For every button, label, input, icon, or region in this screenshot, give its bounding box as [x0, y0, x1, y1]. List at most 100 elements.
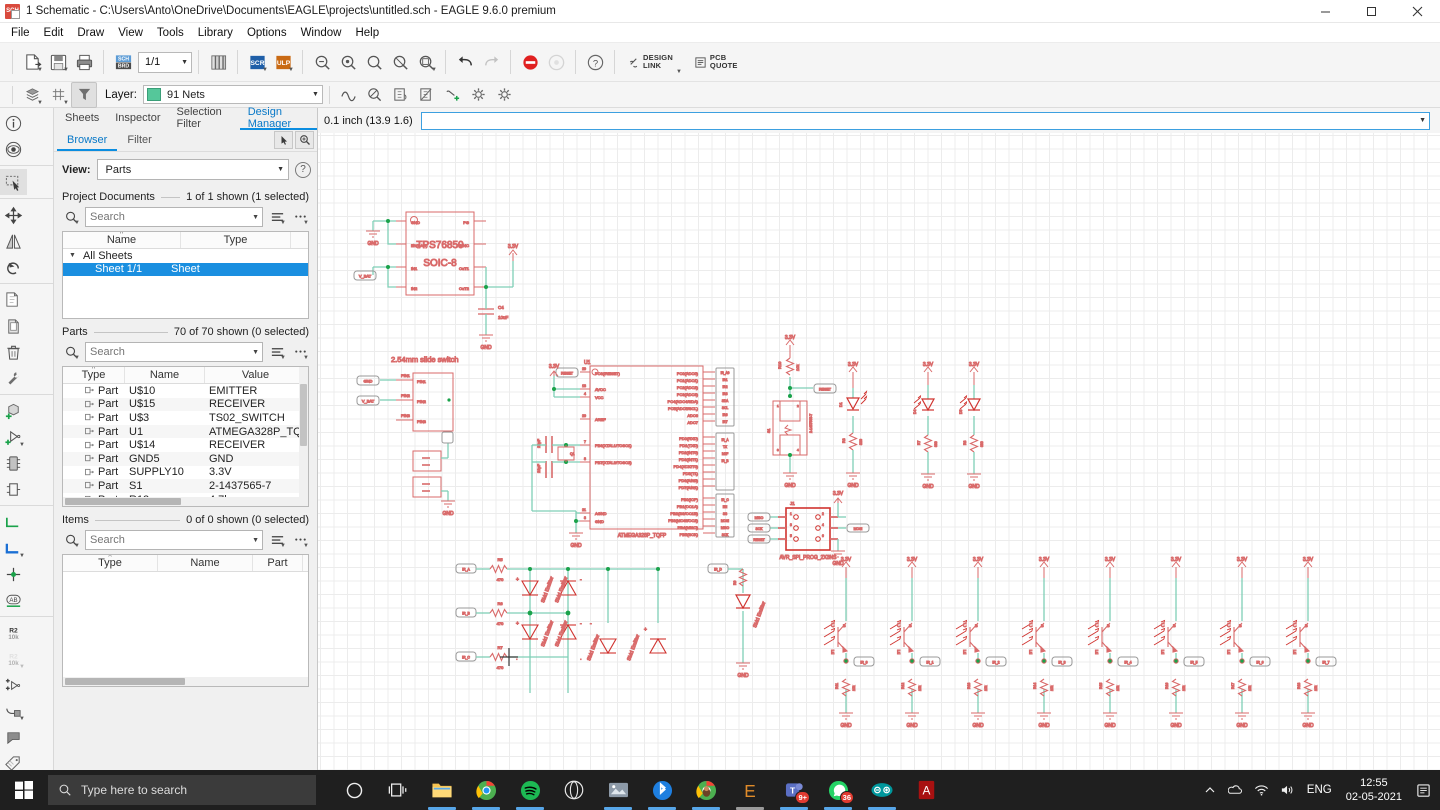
wire-style-icon[interactable]: [336, 82, 362, 108]
more-options-icon[interactable]: ▼: [291, 531, 309, 549]
drc-settings-icon[interactable]: [466, 82, 492, 108]
project-documents-search-input[interactable]: ▼: [85, 207, 263, 227]
group-select-icon[interactable]: [0, 169, 27, 195]
column-header-type[interactable]: ^ Type: [63, 367, 125, 383]
sch-brd-switch-icon[interactable]: SCH BRD: [110, 49, 136, 75]
selection-filter-icon[interactable]: [71, 81, 97, 108]
menu-library[interactable]: Library: [191, 25, 240, 41]
start-button[interactable]: [0, 770, 48, 810]
column-header-name[interactable]: Name: [158, 555, 253, 571]
action-center-icon[interactable]: [1410, 770, 1436, 810]
table-row[interactable]: Part U$10 EMITTER: [63, 384, 308, 398]
name-icon[interactable]: R2 10k: [0, 620, 27, 646]
move-icon[interactable]: [0, 202, 27, 228]
mirror-icon[interactable]: [0, 228, 27, 254]
search-field[interactable]: [90, 534, 253, 546]
parts-horizontal-scrollbar[interactable]: [63, 497, 308, 506]
menu-help[interactable]: Help: [348, 25, 386, 41]
layer-settings-icon[interactable]: ▼: [19, 82, 45, 108]
minimize-button[interactable]: [1302, 0, 1348, 23]
zoom-search-icon[interactable]: [295, 131, 314, 149]
table-row[interactable]: Part U$14 RECEIVER: [63, 438, 308, 452]
change-icon[interactable]: [0, 365, 27, 391]
list-options-icon[interactable]: ▼: [268, 531, 286, 549]
undo-icon[interactable]: [452, 49, 478, 75]
tab-inspector[interactable]: Inspector: [107, 108, 168, 130]
eagle-icon[interactable]: E: [728, 770, 772, 810]
adobe-reader-icon[interactable]: A: [904, 770, 948, 810]
cortana-icon[interactable]: [332, 770, 376, 810]
list-options-icon[interactable]: ▼: [268, 343, 286, 361]
pointer-select-icon[interactable]: [274, 131, 293, 149]
menu-options[interactable]: Options: [240, 25, 294, 41]
parts-search-input[interactable]: ▼: [85, 342, 263, 362]
zoom-redraw-icon[interactable]: [387, 49, 413, 75]
show-icon[interactable]: [0, 136, 27, 162]
table-row[interactable]: Part GND5 GND: [63, 451, 308, 466]
wifi-icon[interactable]: [1249, 770, 1275, 810]
chevron-up-icon[interactable]: [1197, 770, 1223, 810]
replace-icon[interactable]: [0, 450, 27, 476]
tab-design-manager[interactable]: Design Manager: [239, 106, 317, 130]
hide-nets-icon[interactable]: [414, 82, 440, 108]
zoom-select-icon[interactable]: ▼: [413, 49, 439, 75]
invoke-icon[interactable]: [0, 476, 27, 502]
whatsapp-icon[interactable]: 36: [816, 770, 860, 810]
table-row[interactable]: Part S1 2-1437565-7: [63, 479, 308, 493]
table-row[interactable]: Part U$3 TS02_SWITCH: [63, 411, 308, 425]
chrome-profile-icon[interactable]: [684, 770, 728, 810]
column-header-name[interactable]: Name: [125, 367, 205, 383]
column-header-value[interactable]: Value: [205, 367, 307, 383]
design-link-button[interactable]: DESIGN LINK ▼: [621, 49, 688, 75]
subtab-filter[interactable]: Filter: [117, 130, 161, 151]
zoom-fit-icon[interactable]: [309, 49, 335, 75]
taskbar-search[interactable]: Type here to search: [48, 775, 316, 805]
bus-icon[interactable]: ▼: [0, 535, 27, 561]
schematic-sheet[interactable]: TPS76850 SOIC-8 GND EN(BAR) IN1 IN2 PG F…: [318, 133, 1440, 770]
parts-vertical-scrollbar[interactable]: [299, 367, 308, 506]
column-header-name[interactable]: ^ Name: [63, 232, 181, 248]
chrome-icon[interactable]: [464, 770, 508, 810]
arduino-icon[interactable]: [860, 770, 904, 810]
rotate-icon[interactable]: [0, 254, 27, 280]
items-search-input[interactable]: ▼: [85, 530, 263, 550]
pcb-quote-button[interactable]: PCB QUOTE: [688, 49, 744, 75]
menu-tools[interactable]: Tools: [150, 25, 191, 41]
task-view-icon[interactable]: [376, 770, 420, 810]
menu-view[interactable]: View: [111, 25, 150, 41]
subtab-browser[interactable]: Browser: [57, 130, 118, 151]
close-button[interactable]: [1394, 0, 1440, 23]
column-header-type[interactable]: ^ Type: [63, 555, 158, 571]
add-part-icon[interactable]: [0, 398, 27, 424]
erc-settings-icon[interactable]: [492, 82, 518, 108]
show-nets-icon[interactable]: [388, 82, 414, 108]
expander-icon[interactable]: ▼: [69, 252, 76, 259]
maximize-button[interactable]: [1348, 0, 1394, 23]
search-icon[interactable]: ▼: [62, 343, 80, 361]
table-row[interactable]: Part U1 ATMEGA328P_TQFP: [63, 424, 308, 439]
view-selector[interactable]: Parts ▼: [96, 159, 289, 180]
add-net-class-icon[interactable]: [440, 82, 466, 108]
new-file-icon[interactable]: ▼: [19, 49, 45, 75]
menu-window[interactable]: Window: [294, 25, 349, 41]
teams-icon[interactable]: T 9+: [772, 770, 816, 810]
grid-icon[interactable]: ▼: [45, 82, 71, 108]
onedrive-icon[interactable]: [1223, 770, 1249, 810]
info-icon[interactable]: [0, 110, 27, 136]
zoom-in-icon[interactable]: [335, 49, 361, 75]
stop-icon[interactable]: [517, 49, 543, 75]
clock[interactable]: 12:55 02-05-2021: [1338, 776, 1410, 804]
delete-icon[interactable]: [0, 339, 27, 365]
file-explorer-icon[interactable]: [420, 770, 464, 810]
volume-icon[interactable]: [1275, 770, 1301, 810]
menu-edit[interactable]: Edit: [37, 25, 71, 41]
search-field[interactable]: [90, 346, 253, 358]
label-icon[interactable]: AB: [0, 587, 27, 613]
print-icon[interactable]: [71, 49, 97, 75]
column-header-part[interactable]: Part: [253, 555, 303, 571]
table-row[interactable]: Sheet 1/1 Sheet: [63, 262, 308, 277]
tab-sheets[interactable]: Sheets: [57, 108, 107, 130]
paste-icon[interactable]: [0, 313, 27, 339]
search-field[interactable]: [90, 211, 253, 223]
command-line-input[interactable]: ▼: [420, 111, 1430, 130]
